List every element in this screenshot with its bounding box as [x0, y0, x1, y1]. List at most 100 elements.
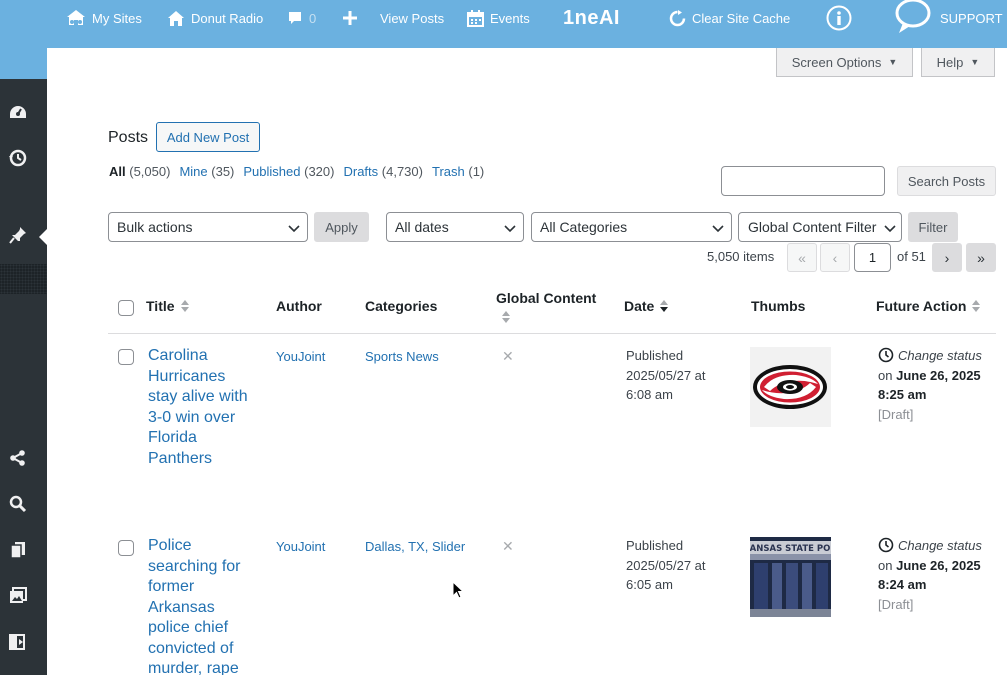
- view-all-label: All: [109, 164, 126, 179]
- bulk-actions-value: Bulk actions: [117, 219, 193, 235]
- search-icon[interactable]: [8, 494, 28, 514]
- dates-value: All dates: [395, 219, 449, 235]
- sidebar-collapsed-top: [0, 48, 47, 79]
- future-action: Change status on June 26, 2025 8:25 am […: [878, 346, 993, 424]
- new-content-menu[interactable]: [343, 0, 357, 36]
- carolina-hurricanes-thumb[interactable]: [750, 347, 831, 427]
- bulk-actions-select[interactable]: Bulk actions: [108, 212, 308, 242]
- chevron-down-icon: [504, 225, 516, 233]
- dates-select[interactable]: All dates: [386, 212, 524, 242]
- global-content-filter-select[interactable]: Global Content Filter: [738, 212, 902, 242]
- column-thumbs-label: Thumbs: [751, 298, 806, 314]
- categories-value: All Categories: [540, 219, 628, 235]
- column-author-label: Author: [276, 298, 322, 314]
- select-all-checkbox[interactable]: [118, 300, 134, 316]
- mouse-cursor-icon: [452, 581, 464, 599]
- table-header-divider: [108, 333, 996, 334]
- column-global-content-label: Global Content: [496, 290, 597, 306]
- events-label: Events: [490, 10, 530, 26]
- support-chat-icon: [895, 0, 931, 33]
- view-all[interactable]: All (5,050): [109, 164, 170, 179]
- search-posts-input[interactable]: [721, 166, 885, 196]
- apply-button[interactable]: Apply: [314, 212, 369, 242]
- column-date-header[interactable]: Date: [624, 298, 669, 314]
- sort-icon: [180, 300, 189, 312]
- view-posts-label: View Posts: [380, 10, 445, 26]
- arkansas-state-police-thumb[interactable]: ANSAS STATE PO: [750, 537, 831, 617]
- view-published-label: Published: [243, 164, 301, 179]
- next-page-button[interactable]: ›: [932, 243, 962, 272]
- future-action-target: [Draft]: [878, 596, 914, 612]
- view-posts-link[interactable]: View Posts: [380, 0, 444, 36]
- active-menu-arrow: [39, 229, 47, 245]
- post-date: Published 2025/05/27 at 6:05 am: [626, 536, 706, 595]
- my-sites-menu[interactable]: My Sites: [66, 0, 142, 36]
- future-action-on: on: [878, 367, 893, 383]
- post-categories-link[interactable]: Dallas, TX, Slider: [365, 539, 465, 554]
- share-icon[interactable]: [8, 448, 28, 468]
- future-action-date: June 26, 2025: [896, 557, 981, 573]
- post-title-link[interactable]: Police searching for former Arkansas pol…: [148, 536, 258, 675]
- post-date-time: 6:08 am: [626, 387, 673, 402]
- view-published[interactable]: Published (320): [243, 164, 334, 179]
- column-global-content-header[interactable]: Global Content: [496, 290, 596, 323]
- categories-select[interactable]: All Categories: [531, 212, 732, 242]
- view-drafts-label: Drafts: [343, 164, 379, 179]
- current-page-input[interactable]: 1: [854, 243, 891, 272]
- post-date-status: Published: [626, 348, 684, 363]
- post-date-value: 2025/05/27 at: [626, 557, 706, 573]
- column-title-label: Title: [146, 298, 175, 314]
- view-mine[interactable]: Mine (35): [179, 164, 234, 179]
- oneai-logo-text: 1neAI: [563, 6, 620, 29]
- pages-icon[interactable]: [8, 540, 28, 560]
- refresh-icon: [669, 9, 686, 26]
- post-author-link[interactable]: YouJoint: [276, 539, 325, 554]
- oneai-logo[interactable]: 1neAI: [563, 0, 620, 36]
- comments-menu[interactable]: 0: [287, 0, 316, 36]
- view-trash[interactable]: Trash (1): [432, 164, 484, 179]
- plus-icon: [343, 11, 357, 25]
- view-drafts[interactable]: Drafts (4,730): [343, 164, 423, 179]
- post-status-views: All (5,050) Mine (35) Published (320) Dr…: [109, 164, 493, 179]
- info-button[interactable]: [826, 0, 852, 36]
- sort-icon: [502, 311, 510, 323]
- view-all-count: (5,050): [129, 164, 171, 179]
- row-checkbox[interactable]: [118, 349, 134, 365]
- prev-page-button: ‹: [820, 243, 850, 272]
- filter-button[interactable]: Filter: [908, 212, 958, 242]
- history-icon[interactable]: [8, 148, 28, 168]
- comments-count: 0: [309, 10, 317, 26]
- column-title-header[interactable]: Title: [146, 298, 189, 314]
- chevron-down-icon: [712, 225, 724, 233]
- support-button[interactable]: SUPPORT: [893, 0, 1003, 36]
- view-published-count: (320): [304, 164, 335, 179]
- global-content-x-icon: ✕: [502, 538, 514, 554]
- comment-icon: [289, 12, 301, 24]
- global-content-filter-value: Global Content Filter: [748, 219, 877, 235]
- add-new-post-button[interactable]: Add New Post: [156, 122, 260, 152]
- items-count: 5,050 items: [707, 249, 775, 264]
- pushpin-icon[interactable]: [8, 225, 28, 245]
- post-date-status: Published: [626, 538, 684, 553]
- clear-cache-button[interactable]: Clear Site Cache: [669, 0, 790, 36]
- screen-options-button[interactable]: Screen Options ▼: [776, 48, 913, 77]
- site-name-menu[interactable]: Donut Radio: [167, 0, 263, 36]
- post-date-time: 6:05 am: [626, 577, 673, 592]
- help-button[interactable]: Help ▼: [921, 48, 995, 77]
- row-checkbox[interactable]: [118, 540, 134, 556]
- events-menu[interactable]: Events: [467, 0, 530, 36]
- forms-icon[interactable]: [8, 632, 28, 652]
- calendar-icon: [467, 9, 484, 27]
- column-future-action-header[interactable]: Future Action: [876, 298, 981, 314]
- media-icon[interactable]: [8, 586, 28, 606]
- post-categories-link[interactable]: Sports News: [365, 349, 439, 364]
- chevron-down-icon: [288, 225, 300, 233]
- submenu-strip: [0, 264, 47, 294]
- future-action: Change status on June 26, 2025 8:24 am […: [878, 536, 993, 614]
- post-title-link[interactable]: Carolina Hurricanes stay alive with 3-0 …: [148, 346, 258, 469]
- last-page-button[interactable]: »: [966, 243, 996, 272]
- post-author-link[interactable]: YouJoint: [276, 349, 325, 364]
- dashboard-icon[interactable]: [8, 102, 28, 122]
- search-posts-button[interactable]: Search Posts: [897, 166, 996, 196]
- future-action-target: [Draft]: [878, 406, 914, 422]
